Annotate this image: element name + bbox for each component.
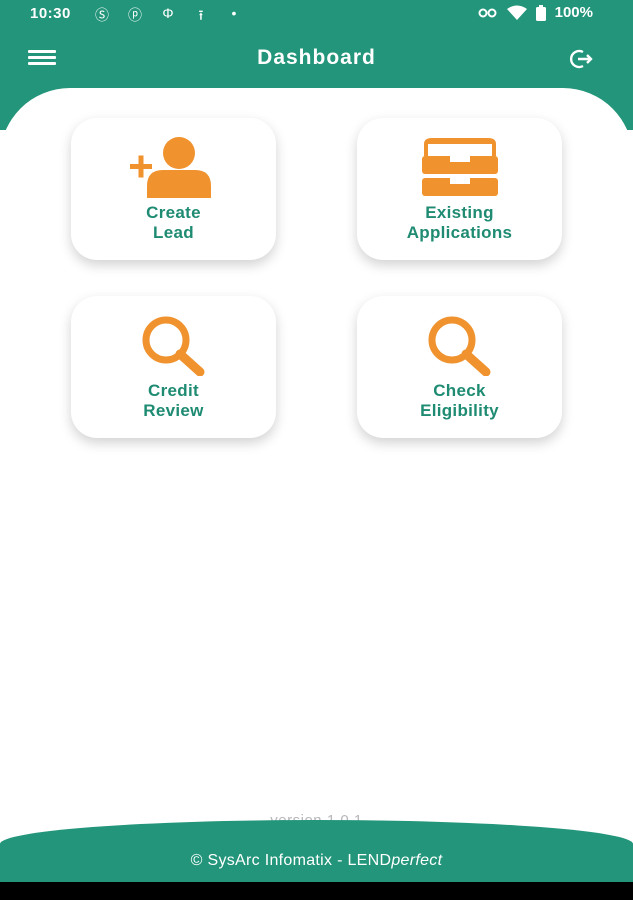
upload-icon: ⭱ xyxy=(198,7,204,23)
page-title: Dashboard xyxy=(257,46,376,69)
credit-review-label: Credit Review xyxy=(143,381,204,420)
logout-icon[interactable] xyxy=(569,48,593,70)
search-icon xyxy=(357,314,562,376)
dot-icon: • xyxy=(231,5,237,21)
notification-phi-icon: Φ xyxy=(162,5,174,21)
footer: © SysArc Infomatix - LENDperfect xyxy=(0,820,633,882)
system-icons: 100% xyxy=(478,4,593,21)
battery-icon xyxy=(535,4,546,21)
copyright-text: © SysArc Infomatix - LENDperfect xyxy=(190,852,443,869)
app-bar: Dashboard xyxy=(0,40,633,80)
status-bar: 10:30 Ⓢ ⓟ Φ ⭱ • 100% xyxy=(0,0,633,28)
credit-review-tile[interactable]: Credit Review xyxy=(71,296,276,438)
existing-applications-label: Existing Applications xyxy=(406,203,513,242)
create-lead-label: Create Lead xyxy=(146,203,201,242)
system-navigation-bar xyxy=(0,882,633,900)
check-eligibility-label: Check Eligibility xyxy=(420,381,499,420)
add-person-icon xyxy=(71,136,276,198)
notification-icons: Ⓢ ⓟ Φ ⭱ • xyxy=(92,5,244,29)
vpn-key-icon xyxy=(478,8,497,17)
check-eligibility-tile[interactable]: Check Eligibility xyxy=(357,296,562,438)
notification-s-icon: Ⓢ xyxy=(95,7,109,23)
status-time: 10:30 xyxy=(30,5,71,22)
notification-p-icon: ⓟ xyxy=(128,7,142,23)
create-lead-tile[interactable]: Create Lead xyxy=(71,118,276,260)
dashboard-content: Create Lead Existing Applications Credit… xyxy=(0,88,633,848)
search-icon xyxy=(71,314,276,376)
battery-percent: 100% xyxy=(554,4,593,21)
wifi-icon xyxy=(506,5,527,20)
inbox-tray-icon xyxy=(357,136,562,198)
existing-applications-tile[interactable]: Existing Applications xyxy=(357,118,562,260)
